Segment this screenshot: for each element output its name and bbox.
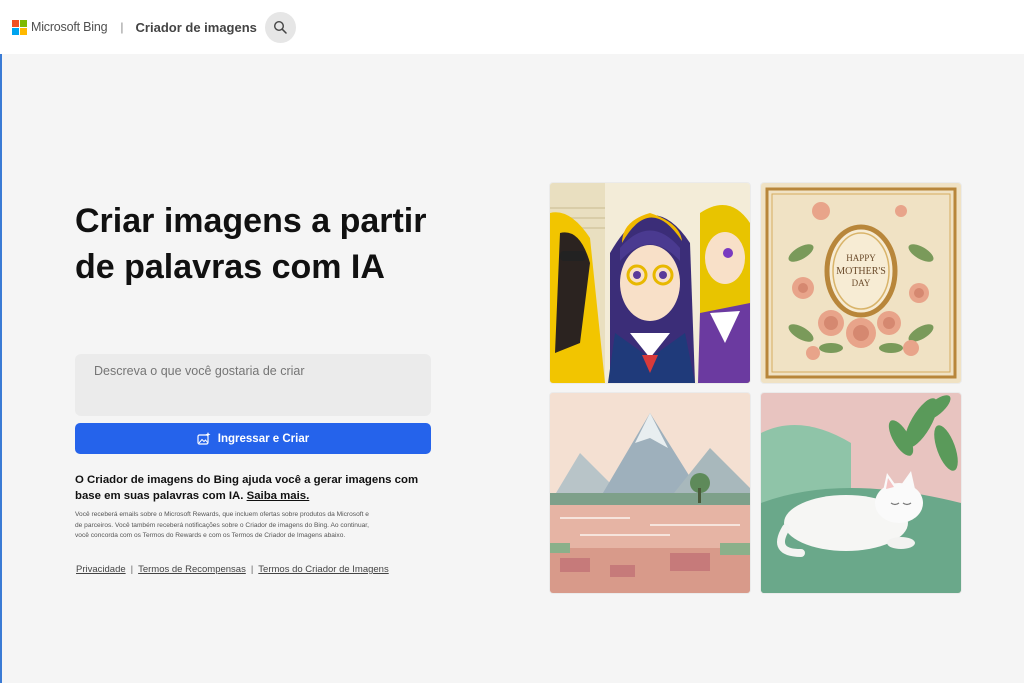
mountain-lake-painting bbox=[550, 393, 750, 593]
link-separator: | bbox=[130, 564, 134, 575]
prompt-input[interactable] bbox=[75, 354, 431, 416]
description: O Criador de imagens do Bing ajuda você … bbox=[75, 472, 435, 504]
window-edge bbox=[0, 54, 2, 683]
join-and-create-button[interactable]: Ingressar e Criar bbox=[75, 423, 431, 454]
mothers-day-card: HAPPY MOTHER'S DAY bbox=[761, 183, 961, 383]
card-text-mothers: MOTHER'S bbox=[836, 266, 886, 277]
learn-more-link[interactable]: Saiba mais. bbox=[247, 490, 310, 502]
search-icon bbox=[274, 20, 288, 34]
rewards-terms-link[interactable]: Termos de Recompensas bbox=[138, 564, 246, 575]
button-label: Ingressar e Criar bbox=[217, 432, 310, 445]
image-sparkle-icon bbox=[197, 432, 211, 445]
search-button[interactable] bbox=[264, 11, 296, 43]
brand-name: Microsoft Bing bbox=[31, 20, 108, 34]
fine-print: Você receberá emails sobre o Microsoft R… bbox=[75, 511, 369, 539]
privacy-link[interactable]: Privacidade bbox=[76, 564, 126, 575]
image-creator-terms-link[interactable]: Termos do Criador de Imagens bbox=[258, 564, 388, 575]
card-text-happy: HAPPY bbox=[846, 253, 876, 263]
gallery-image-sleeping-cat[interactable] bbox=[761, 393, 961, 593]
top-bar: Microsoft Bing | Criador de imagens bbox=[0, 0, 1024, 54]
footer-links: Privacidade | Termos de Recompensas | Te… bbox=[76, 564, 389, 575]
gallery-image-anime-girls[interactable] bbox=[550, 183, 750, 383]
gallery-image-mountain-lake[interactable] bbox=[550, 393, 750, 593]
sleeping-white-cat bbox=[761, 393, 961, 593]
anime-girls-illustration bbox=[550, 183, 750, 383]
microsoft-logo-icon bbox=[12, 19, 27, 35]
bing-logo-link[interactable]: Microsoft Bing bbox=[12, 19, 108, 35]
link-separator: | bbox=[250, 564, 254, 575]
gallery-image-mothers-day[interactable]: HAPPY MOTHER'S DAY bbox=[761, 183, 961, 383]
card-text-day: DAY bbox=[852, 278, 871, 288]
header-separator: | bbox=[120, 20, 124, 34]
app-title[interactable]: Criador de imagens bbox=[136, 20, 257, 35]
page-title: Criar imagens a partir de palavras com I… bbox=[75, 202, 427, 286]
